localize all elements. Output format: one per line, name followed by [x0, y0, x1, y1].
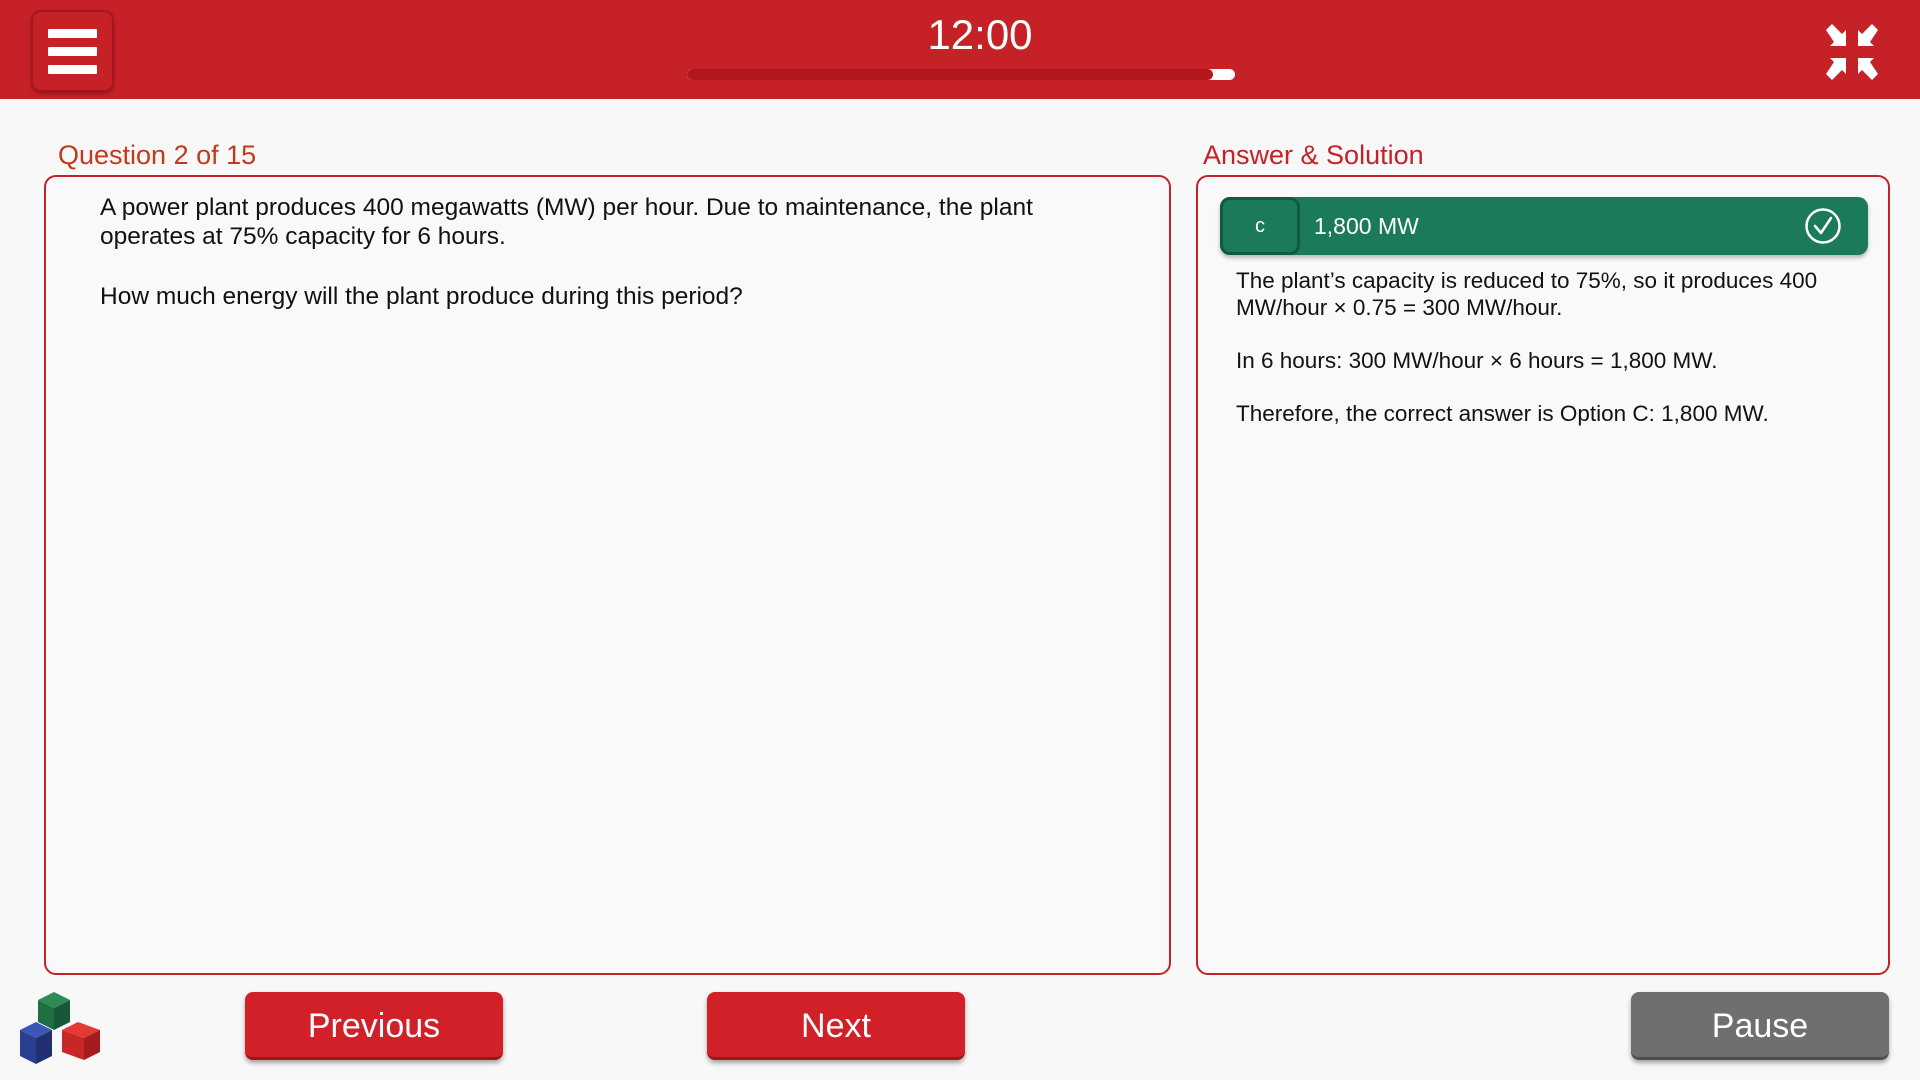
- timer: 12:00: [927, 11, 1033, 58]
- hamburger-menu-icon-bar: [48, 64, 97, 74]
- pause-button[interactable]: Pause: [1631, 992, 1889, 1060]
- top-bar: 12:00: [0, 0, 1920, 99]
- correct-answer-option: c 1,800 MW: [1220, 197, 1868, 255]
- solution-text: The plant’s capacity is reduced to 75%, …: [1236, 267, 1856, 453]
- hamburger-menu-icon: [48, 28, 97, 38]
- answer-text: 1,800 MW: [1314, 213, 1419, 239]
- exit-fullscreen-icon: [1826, 24, 1878, 80]
- question-counter: Question 2 of 15: [58, 140, 257, 170]
- answer-letter: c: [1220, 197, 1300, 255]
- question-prompt: How much energy will the plant produce d…: [100, 283, 743, 310]
- timer-progress-fill: [687, 69, 1214, 80]
- question-panel: A power plant produces 400 megawatts (MW…: [44, 175, 1171, 975]
- solution-step: Therefore, the correct answer is Option …: [1236, 401, 1769, 426]
- hamburger-menu-icon-bar: [48, 46, 97, 56]
- next-button[interactable]: Next: [707, 992, 965, 1060]
- solution-step: In 6 hours: 300 MW/hour × 6 hours = 1,80…: [1236, 348, 1718, 373]
- answer-section-title: Answer & Solution: [1203, 140, 1424, 170]
- cubes-logo-icon: [20, 992, 100, 1064]
- solution-step: The plant’s capacity is reduced to 75%, …: [1236, 268, 1818, 320]
- previous-button[interactable]: Previous: [245, 992, 503, 1060]
- check-circle-icon: [1805, 208, 1841, 244]
- exit-fullscreen-button[interactable]: [1824, 24, 1880, 80]
- answer-panel: c 1,800 MW The plant’s capacity is reduc…: [1196, 175, 1890, 975]
- timer-progress-bar: [687, 69, 1235, 80]
- question-text: A power plant produces 400 megawatts (MW…: [100, 194, 1033, 250]
- menu-button[interactable]: [31, 10, 114, 92]
